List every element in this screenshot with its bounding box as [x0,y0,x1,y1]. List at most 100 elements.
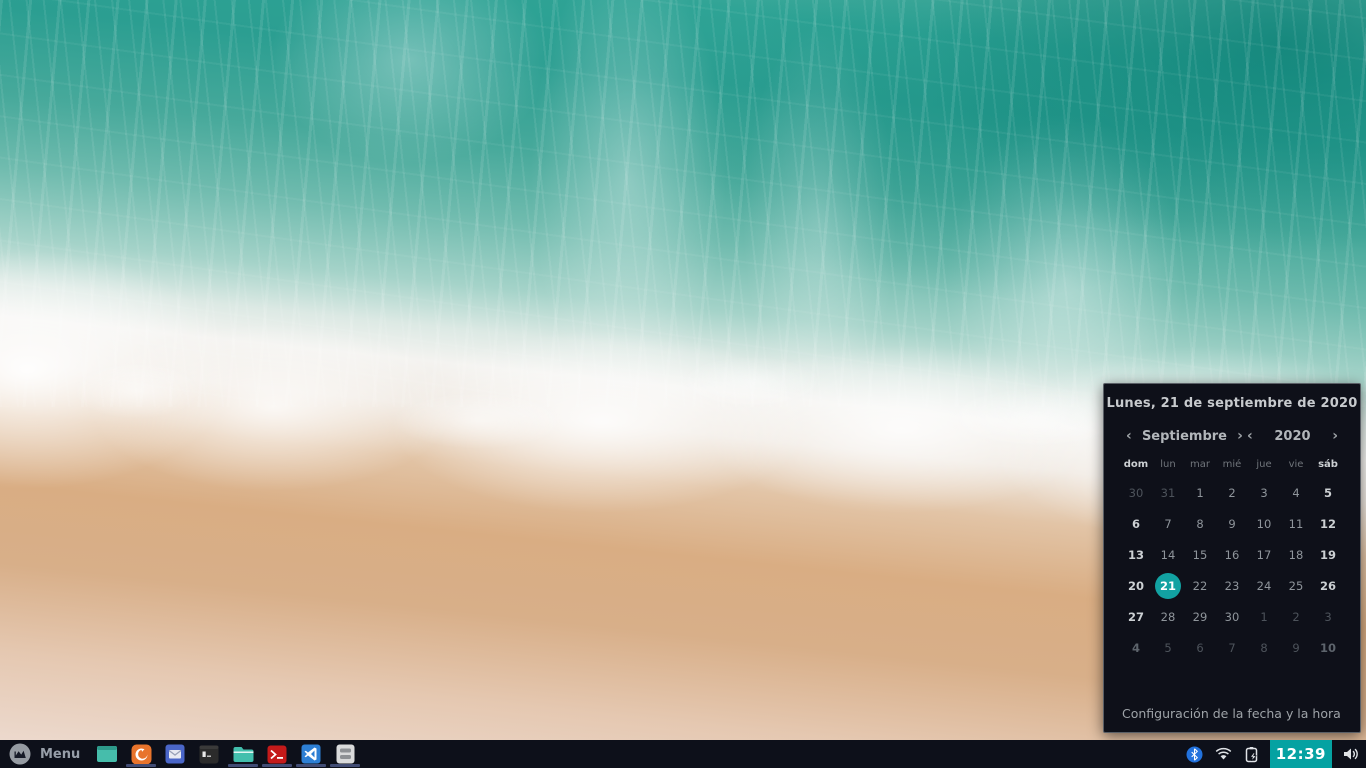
calendar-day-number: 6 [1196,641,1203,655]
calendar-day-number: 21 [1155,573,1181,599]
calendar-day-number: 30 [1129,486,1144,500]
calendar-weekdays: domlunmarmiéjueviesáb [1104,459,1360,470]
calendar-day[interactable]: 10 [1312,632,1344,663]
calendar-day[interactable]: 16 [1216,539,1248,570]
calendar-day-number: 17 [1257,548,1272,562]
calendar-day[interactable]: 13 [1120,539,1152,570]
calendar-day[interactable]: 27 [1120,601,1152,632]
calendar-day-number: 25 [1289,579,1304,593]
calendar-day-number: 14 [1161,548,1176,562]
calendar-day[interactable]: 8 [1184,508,1216,539]
calendar-day[interactable]: 10 [1248,508,1280,539]
calendar-day[interactable]: 4 [1280,477,1312,508]
power-applet[interactable] [1238,740,1266,768]
calendar-day-number: 9 [1292,641,1299,655]
weekday-header: vie [1280,459,1312,470]
calendar-day-number: 23 [1225,579,1240,593]
calendar-day[interactable]: 1 [1184,477,1216,508]
taskbar-app-firefox[interactable] [124,740,158,768]
calendar-day[interactable]: 29 [1184,601,1216,632]
running-indicator [296,764,326,767]
calendar-day-number: 3 [1260,486,1267,500]
calendar-day-number: 10 [1257,517,1272,531]
calendar-day[interactable]: 1 [1248,601,1280,632]
bluetooth-applet[interactable] [1180,740,1209,768]
calendar-day[interactable]: 26 [1312,570,1344,601]
calendar-grid: 3031123456789101112131415161718192021222… [1104,477,1360,663]
calendar-day[interactable]: 6 [1120,508,1152,539]
calendar-day[interactable]: 19 [1312,539,1344,570]
calendar-day-number: 30 [1225,610,1240,624]
calendar-popup: Lunes, 21 de septiembre de 2020 ‹ Septie… [1103,383,1361,733]
month-next-button[interactable]: › [1235,428,1245,444]
calendar-day[interactable]: 22 [1184,570,1216,601]
calendar-day[interactable]: 20 [1120,570,1152,601]
weekday-header: sáb [1312,459,1344,470]
calendar-day[interactable]: 30 [1120,477,1152,508]
calendar-day[interactable]: 25 [1280,570,1312,601]
calendar-day[interactable]: 15 [1184,539,1216,570]
calendar-day[interactable]: 6 [1184,632,1216,663]
running-indicator [126,764,156,767]
calendar-day[interactable]: 2 [1216,477,1248,508]
taskbar-app-terminal[interactable] [192,740,226,768]
network-applet[interactable] [1209,740,1238,768]
year-prev-button[interactable]: ‹ [1245,428,1255,444]
calendar-day[interactable]: 7 [1216,632,1248,663]
calendar-day[interactable]: 2 [1280,601,1312,632]
calendar-day[interactable]: 5 [1312,477,1344,508]
calendar-day[interactable]: 8 [1248,632,1280,663]
calendar-day[interactable]: 12 [1312,508,1344,539]
calendar-day[interactable]: 23 [1216,570,1248,601]
terminal-red-icon [267,745,287,764]
calendar-day[interactable]: 3 [1248,477,1280,508]
calendar-day-number: 11 [1289,517,1304,531]
taskbar-app-preferences[interactable] [328,740,362,768]
calendar-day-number: 4 [1132,641,1140,655]
calendar-day[interactable]: 9 [1216,508,1248,539]
year-label: 2020 [1274,429,1310,444]
calendar-day[interactable]: 30 [1216,601,1248,632]
preferences-icon [336,744,355,764]
desktop: Lunes, 21 de septiembre de 2020 ‹ Septie… [0,0,1366,768]
volume-applet[interactable] [1336,740,1366,768]
month-prev-button[interactable]: ‹ [1124,428,1134,444]
running-indicator [228,764,258,767]
taskbar-app-terminal-red[interactable] [260,740,294,768]
calendar-day[interactable]: 4 [1120,632,1152,663]
calendar-day[interactable]: 3 [1312,601,1344,632]
file-manager-icon [232,745,255,764]
clock-applet[interactable]: 12:39 [1270,740,1332,768]
calendar-day[interactable]: 11 [1280,508,1312,539]
menu-button[interactable]: Menu [0,740,90,768]
calendar-day-number: 5 [1164,641,1171,655]
volume-icon [1342,746,1360,762]
calendar-day[interactable]: 18 [1280,539,1312,570]
taskbar-app-email[interactable] [158,740,192,768]
calendar-day-number: 27 [1128,610,1144,624]
calendar-day[interactable]: 31 [1152,477,1184,508]
calendar-day[interactable]: 7 [1152,508,1184,539]
clock-time: 12:39 [1276,745,1326,763]
menu-button-label: Menu [40,747,80,762]
calendar-day-selected[interactable]: 21 [1152,570,1184,601]
show-desktop-icon [96,745,118,763]
calendar-day[interactable]: 5 [1152,632,1184,663]
year-next-button[interactable]: › [1330,428,1340,444]
taskbar-app-vscode[interactable] [294,740,328,768]
taskbar-app-files[interactable] [226,740,260,768]
calendar-day-number: 5 [1324,486,1332,500]
calendar-day-number: 1 [1196,486,1203,500]
calendar-day[interactable]: 14 [1152,539,1184,570]
datetime-settings-link[interactable]: Configuración de la fecha y la hora [1122,706,1341,721]
calendar-day-number: 12 [1320,517,1336,531]
show-desktop-button[interactable] [90,740,124,768]
calendar-day-number: 15 [1193,548,1208,562]
wifi-icon [1215,747,1232,761]
calendar-day[interactable]: 17 [1248,539,1280,570]
calendar-day[interactable]: 28 [1152,601,1184,632]
calendar-day-number: 20 [1128,579,1144,593]
calendar-day[interactable]: 9 [1280,632,1312,663]
terminal-icon [199,745,219,764]
calendar-day[interactable]: 24 [1248,570,1280,601]
